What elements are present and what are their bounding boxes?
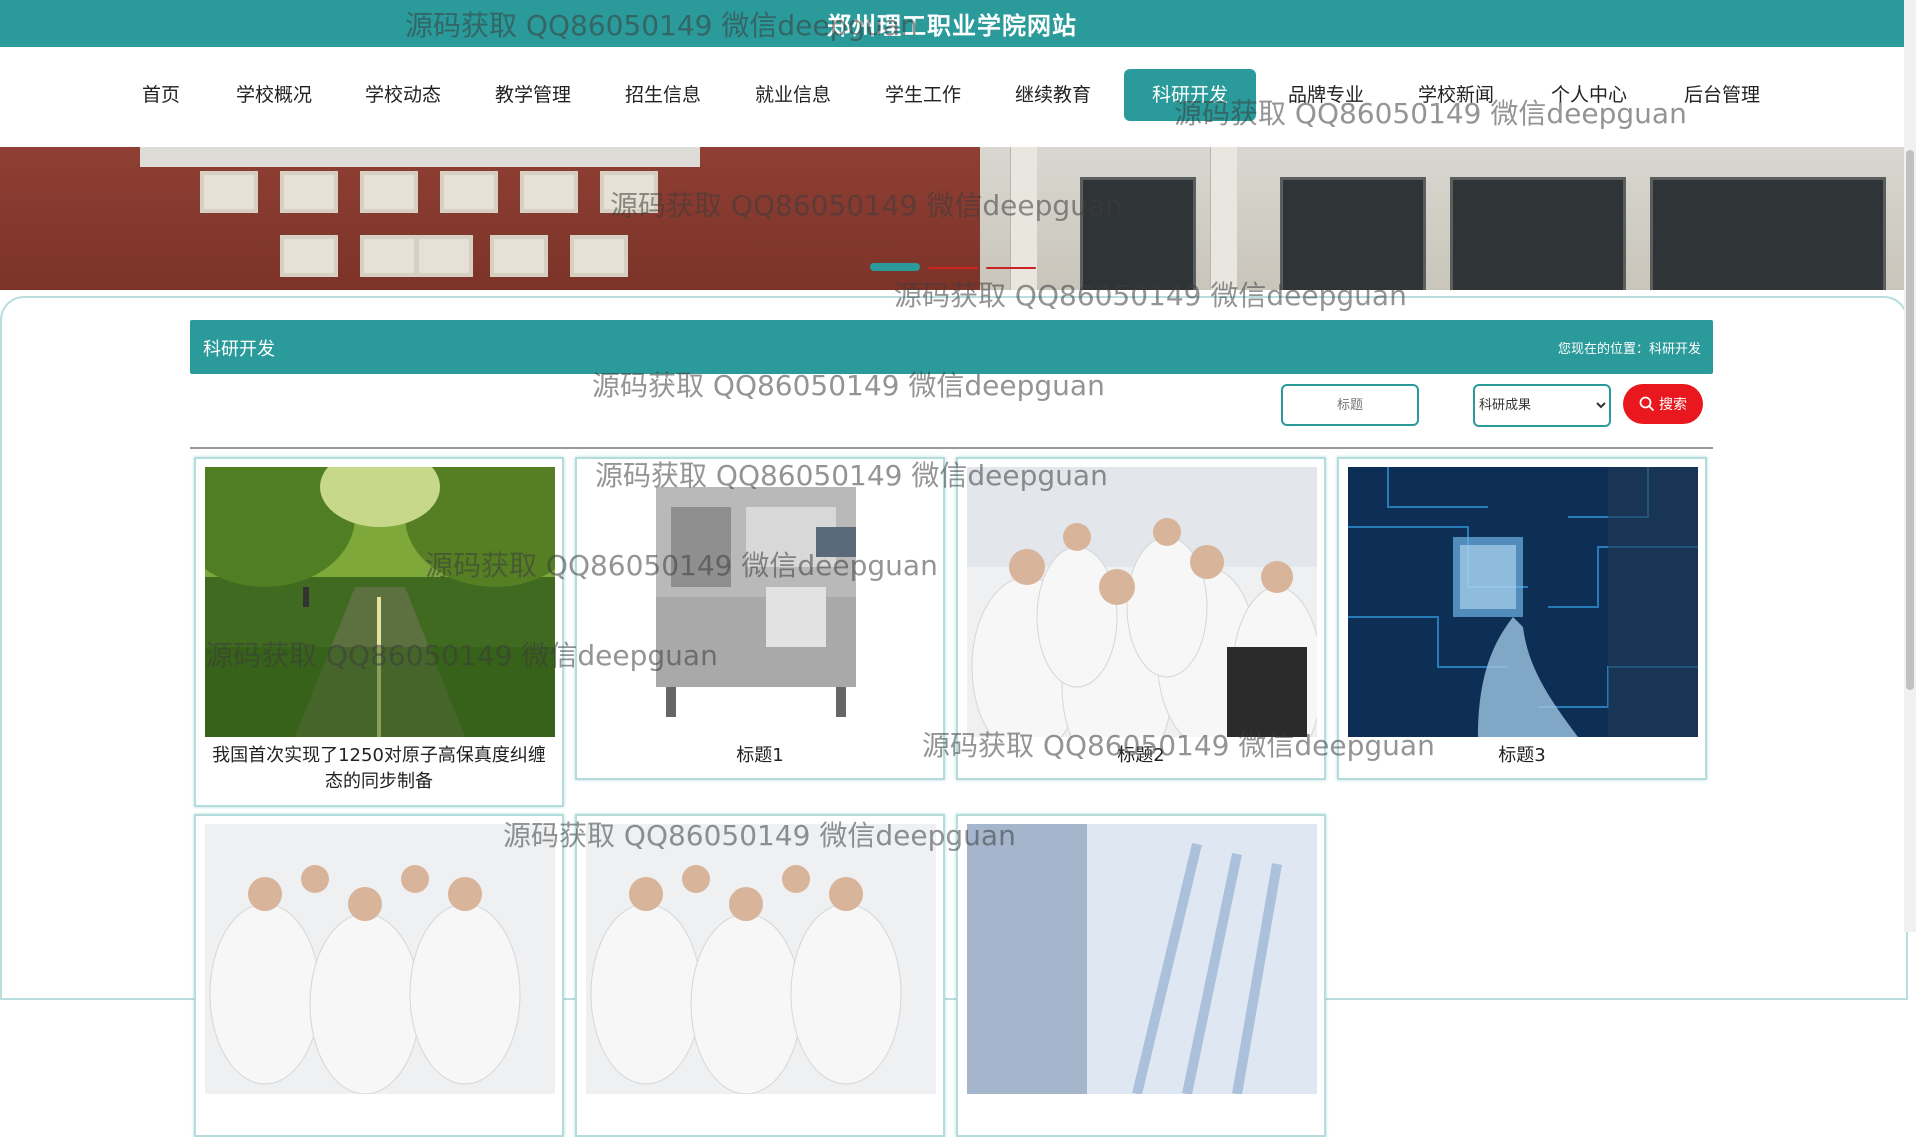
card-title: 标题3 [1498, 745, 1546, 766]
card-item[interactable]: 我国首次实现了1250对原子高保真度纠缠态的同步制备 [194, 457, 564, 807]
nav-item-research[interactable]: 科研开发 [1124, 69, 1256, 121]
search-button[interactable]: 搜索 [1623, 384, 1703, 424]
section-header: 科研开发 您现在的位置：科研开发 [190, 320, 1713, 374]
search-input[interactable] [1281, 384, 1419, 426]
nav-item-school-overview[interactable]: 学校概况 [228, 69, 320, 121]
card-title: 标题2 [1117, 745, 1165, 766]
search-icon [1639, 396, 1655, 412]
site-title: 郑州理工职业学院网站 [827, 12, 1077, 40]
carousel-dot[interactable] [928, 267, 978, 269]
card-item[interactable] [956, 814, 1326, 1137]
banner-image [0, 147, 980, 290]
card-title: 我国首次实现了1250对原子高保真度纠缠态的同步制备 [212, 745, 546, 792]
carousel-dot[interactable] [986, 267, 1036, 269]
carousel-dot-active[interactable] [870, 263, 920, 271]
card-item[interactable]: 标题3 [1337, 457, 1707, 780]
breadcrumb: 您现在的位置：科研开发 [1557, 342, 1701, 357]
section-title: 科研开发 [203, 339, 275, 360]
card-image [205, 467, 555, 737]
card-image [967, 467, 1317, 737]
nav-item-employment[interactable]: 就业信息 [747, 69, 839, 121]
card-item[interactable] [575, 814, 945, 1137]
nav-item-teaching[interactable]: 教学管理 [487, 69, 579, 121]
card-title: 标题1 [736, 745, 784, 766]
nav-item-continuing-education[interactable]: 继续教育 [1007, 69, 1099, 121]
nav-item-student-work[interactable]: 学生工作 [877, 69, 969, 121]
banner-carousel[interactable] [0, 147, 1904, 290]
page-scrollbar[interactable] [1904, 0, 1916, 932]
nav-item-home[interactable]: 首页 [130, 69, 192, 121]
card-image [967, 824, 1317, 1094]
nav-item-school-news[interactable]: 学校新闻 [1410, 69, 1502, 121]
card-item[interactable]: 标题2 [956, 457, 1326, 780]
top-bar: 郑州理工职业学院网站 [0, 0, 1904, 47]
nav-item-school-news-feed[interactable]: 学校动态 [357, 69, 449, 121]
category-select[interactable]: 科研成果 [1473, 384, 1611, 427]
scrollbar-thumb[interactable] [1906, 150, 1914, 690]
card-image [1348, 467, 1698, 737]
divider [190, 447, 1713, 449]
nav-item-personal-center[interactable]: 个人中心 [1543, 69, 1635, 121]
nav-item-admissions[interactable]: 招生信息 [617, 69, 709, 121]
card-image [205, 824, 555, 1094]
card-item[interactable] [194, 814, 564, 1137]
card-item[interactable]: 标题1 [575, 457, 945, 780]
main-nav: 首页 学校概况 学校动态 教学管理 招生信息 就业信息 学生工作 继续教育 科研… [0, 47, 1904, 147]
nav-item-admin[interactable]: 后台管理 [1676, 69, 1768, 121]
card-image [586, 824, 936, 1094]
search-button-label: 搜索 [1659, 397, 1687, 413]
card-image [586, 467, 936, 737]
nav-item-brand-majors[interactable]: 品牌专业 [1280, 69, 1372, 121]
